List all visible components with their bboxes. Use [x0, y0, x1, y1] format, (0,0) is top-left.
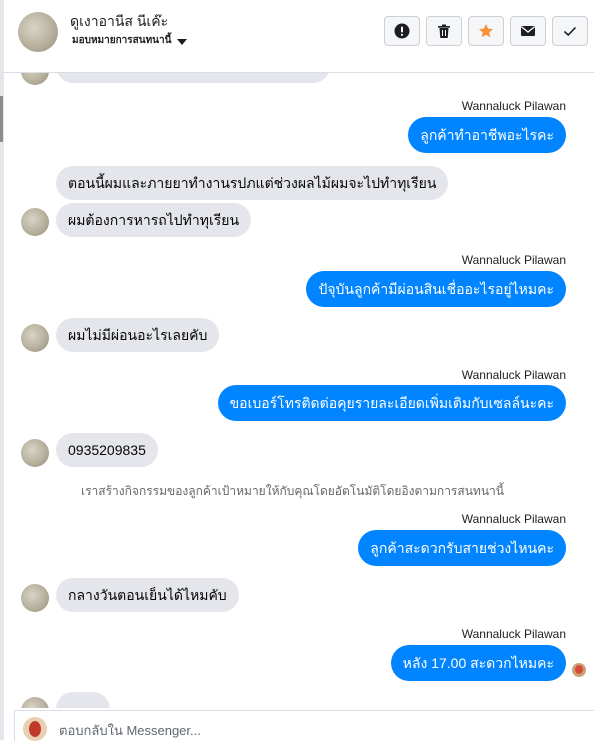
- contact-mini-avatar: [21, 584, 49, 612]
- trash-icon: [438, 24, 450, 38]
- message-bubble-incoming[interactable]: 0935209835: [56, 433, 158, 467]
- sender-name: Wannaluck Pilawan: [461, 99, 566, 113]
- contact-mini-avatar: [21, 324, 49, 352]
- check-icon: [563, 26, 577, 37]
- message-bubble-incoming[interactable]: ตอนนี้ผมและภายยาทำงานรปภแต่ช่วงผลไม้ผมจะ…: [56, 166, 449, 200]
- exclamation-icon: [394, 23, 410, 39]
- message-bubble-incoming[interactable]: ผมไม่มีผ่อนอะไรเลยคับ: [56, 318, 220, 352]
- assign-conversation-label: มอบหมายการสนทนานี้: [72, 35, 172, 46]
- report-button[interactable]: [384, 16, 420, 46]
- message-bubble-outgoing[interactable]: ลูกค้าสะดวกรับสายช่วงไหนคะ: [358, 530, 566, 566]
- message-bubble-outgoing[interactable]: ปัจุบันลูกค้ามีผ่อนสินเชื่ออะไรอยู่ไหมคะ: [306, 271, 566, 307]
- contact-avatar[interactable]: [18, 12, 58, 52]
- message-bubble-outgoing[interactable]: ขอเบอร์โทรติดต่อคุยรายละเอียดเพิ่มเติมกั…: [217, 385, 566, 421]
- contact-name[interactable]: ดูเงาอานีส นีเค๊ะ: [70, 11, 168, 33]
- star-icon: [479, 24, 493, 38]
- caret-down-icon: [177, 38, 188, 45]
- contact-mini-avatar: [21, 439, 49, 467]
- contact-mini-avatar: [21, 697, 49, 708]
- scroll-marker[interactable]: [0, 96, 3, 142]
- sender-name: Wannaluck Pilawan: [461, 253, 566, 267]
- message-bubble-partial[interactable]: [56, 692, 110, 708]
- sender-name: Wannaluck Pilawan: [461, 512, 566, 526]
- message-bubble-outgoing[interactable]: หลัง 17.00 สะดวกไหมคะ: [390, 645, 566, 681]
- contact-mini-avatar: [21, 208, 49, 236]
- system-activity-note: เราสร้างกิจกรรมของลูกค้าเป้าหมายให้กับคุ…: [81, 484, 504, 498]
- message-bubble-incoming[interactable]: ผมต้องการหารถไปทำทุเรียน: [56, 203, 252, 237]
- conversation-thread[interactable]: Wannaluck Pilawan ลูกค้าทำอาชีพอะไรคะ ตอ…: [4, 73, 594, 708]
- sender-name: Wannaluck Pilawan: [461, 368, 566, 382]
- page-avatar: [23, 717, 47, 741]
- seen-indicator-avatar: [572, 663, 586, 677]
- delete-button[interactable]: [426, 16, 462, 46]
- message-bubble-incoming[interactable]: กลางวันตอนเย็นได้ไหมคับ: [56, 578, 239, 612]
- message-bubble-partial[interactable]: [56, 73, 330, 83]
- header-toolbar: [384, 16, 588, 46]
- assign-conversation-dropdown[interactable]: มอบหมายการสนทนานี้: [72, 33, 188, 48]
- sender-name: Wannaluck Pilawan: [461, 627, 566, 641]
- conversation-header: ดูเงาอานีส นีเค๊ะ มอบหมายการสนทนานี้: [4, 0, 594, 73]
- contact-mini-avatar: [21, 73, 49, 85]
- mark-done-button[interactable]: [552, 16, 588, 46]
- reply-composer: [14, 710, 594, 741]
- message-bubble-outgoing[interactable]: ลูกค้าทำอาชีพอะไรคะ: [408, 117, 566, 153]
- envelope-icon: [521, 26, 535, 36]
- mark-unread-button[interactable]: [510, 16, 546, 46]
- reply-input[interactable]: [59, 723, 559, 738]
- star-button[interactable]: [468, 16, 504, 46]
